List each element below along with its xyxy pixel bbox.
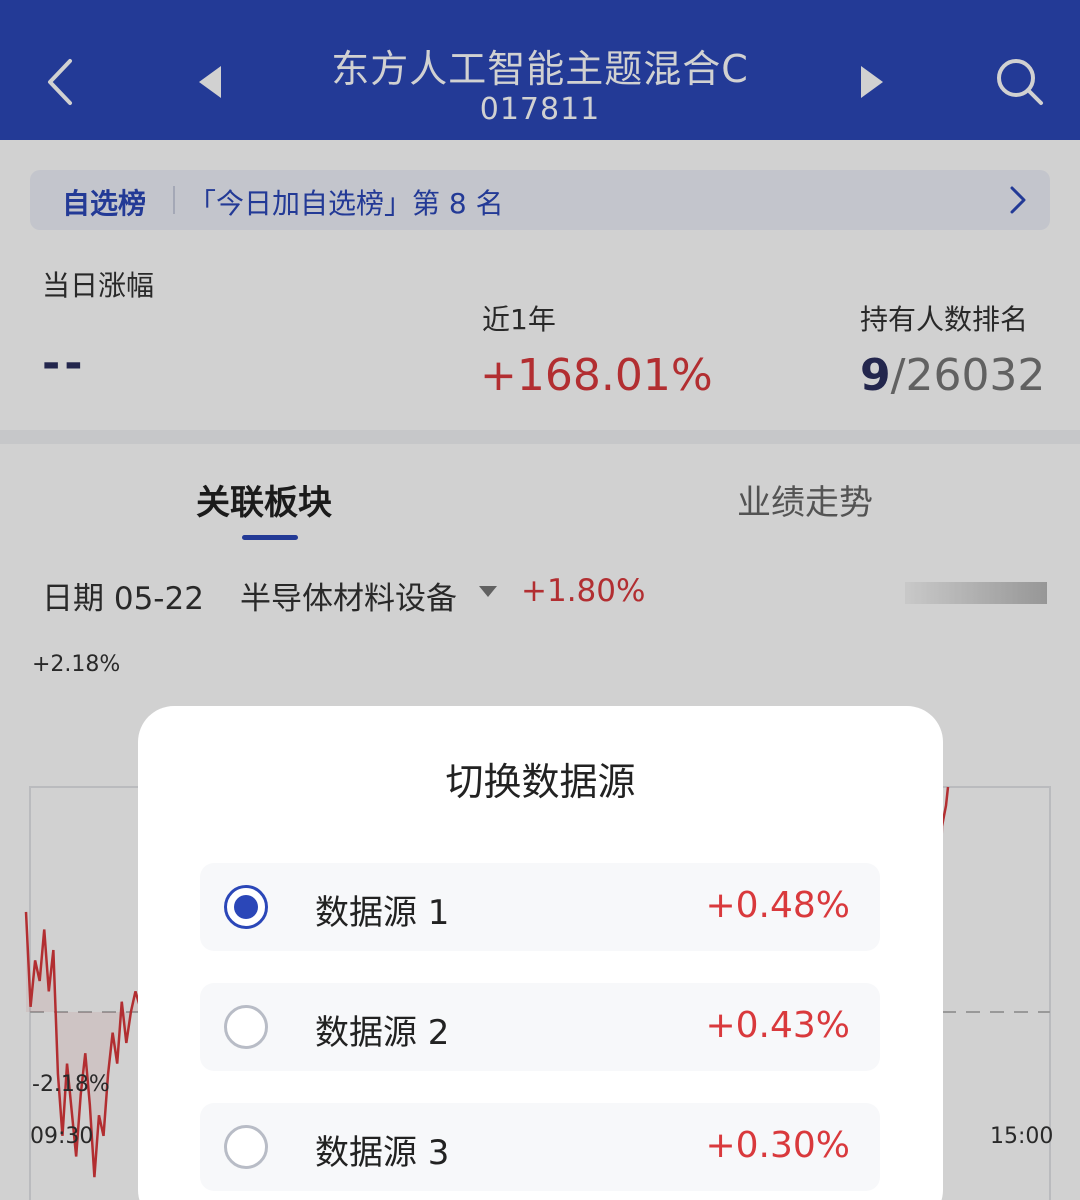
data-source-option-1[interactable]: 数据源 1 +0.48% [200, 863, 880, 951]
option-change: +0.30% [705, 1125, 850, 1166]
option-name: 数据源 2 [315, 1013, 450, 1053]
option-name: 数据源 1 [315, 893, 450, 933]
radio-selected-icon[interactable] [224, 885, 268, 929]
radio-unselected-icon[interactable] [224, 1005, 268, 1049]
radio-unselected-icon[interactable] [224, 1125, 268, 1169]
data-source-option-3[interactable]: 数据源 3 +0.30% [200, 1103, 880, 1191]
option-change: +0.48% [705, 885, 850, 926]
option-name: 数据源 3 [315, 1133, 450, 1173]
option-change: +0.43% [705, 1005, 850, 1046]
dialog-title: 切换数据源 [445, 760, 636, 804]
data-source-option-2[interactable]: 数据源 2 +0.43% [200, 983, 880, 1071]
switch-data-source-dialog: 切换数据源 数据源 1 +0.48% 数据源 2 +0.43% 数据源 3 +0… [138, 706, 943, 1200]
